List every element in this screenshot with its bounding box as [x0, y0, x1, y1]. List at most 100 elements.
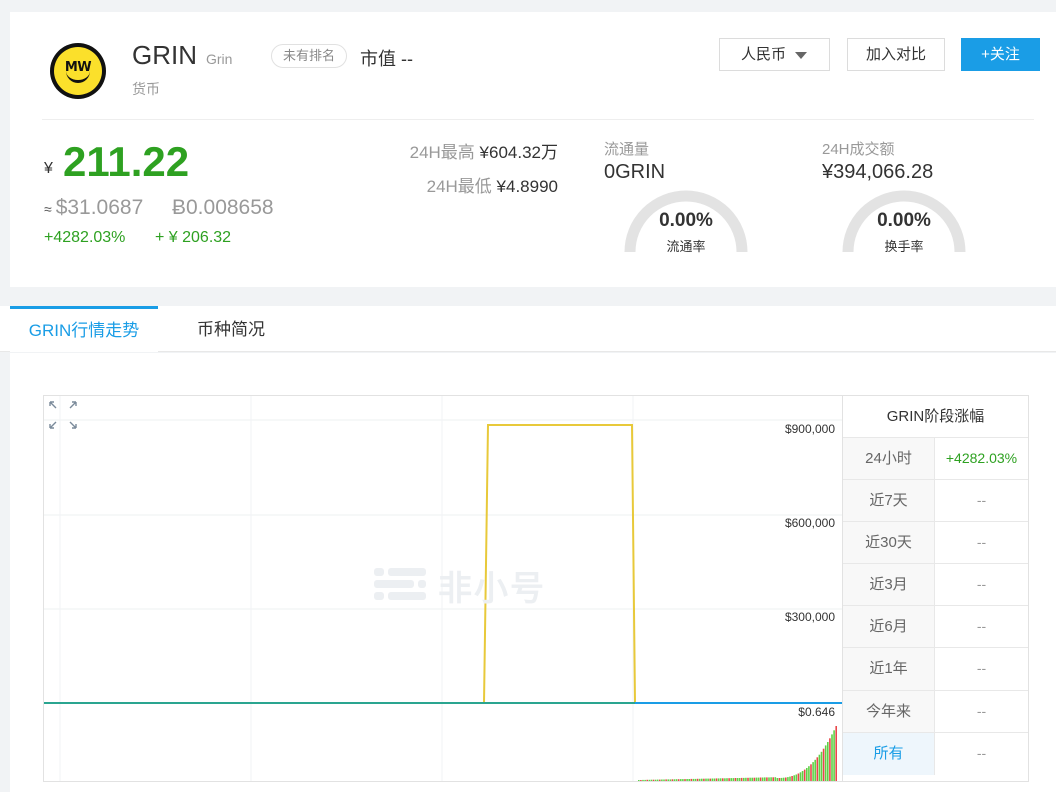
volume-bar	[787, 777, 789, 781]
currency-select[interactable]: 人民币	[719, 38, 830, 71]
y-tick-label: $0.646	[798, 705, 835, 719]
rank-badge: 未有排名	[271, 44, 348, 68]
volume-bar	[696, 778, 699, 781]
volume-bar	[642, 779, 644, 781]
volume-bar	[736, 778, 739, 781]
period-value: --	[976, 702, 987, 719]
volume-bar	[730, 778, 732, 781]
volume-bar	[713, 778, 716, 781]
volume-bar	[705, 778, 707, 781]
volume-bar	[728, 778, 730, 781]
period-value: --	[976, 660, 987, 677]
volume-bar	[799, 772, 802, 781]
volume-bar	[812, 762, 814, 781]
volume-bar	[650, 779, 653, 781]
period-row[interactable]: 24小时 +4282.03%	[843, 438, 1028, 481]
period-label: 今年来	[843, 690, 935, 732]
volume-bar	[808, 766, 810, 781]
tab-coin-overview[interactable]: 币种简况	[176, 306, 286, 352]
usd-price: ≈ $31.0687	[44, 196, 143, 220]
low-label: 24H最低	[426, 177, 492, 196]
tab-market-trend[interactable]: GRIN行情走势	[10, 306, 158, 352]
volume-bar	[711, 778, 714, 781]
period-label: 24小时	[843, 438, 935, 480]
volume-bar	[677, 779, 680, 781]
period-label: 所有	[843, 732, 935, 775]
volume-bar	[684, 779, 686, 781]
volume-bar	[749, 777, 751, 781]
volume-bar	[831, 734, 833, 781]
period-value: --	[976, 618, 987, 635]
period-row[interactable]: 近3月 --	[843, 564, 1028, 607]
circulation-rate: 0.00%	[659, 210, 713, 231]
volume-bar	[724, 778, 726, 781]
volume-bar	[698, 778, 701, 781]
volume-bar	[759, 777, 762, 781]
watermark-logo-icon	[374, 568, 426, 600]
volume-bar	[717, 778, 720, 781]
circulation-gauge: 0.00% 流通率	[622, 188, 750, 254]
volume-bar	[764, 777, 766, 781]
volume-bar	[778, 778, 781, 781]
price-chart[interactable]: 非小号 $900,000 $600,000 $300,000 $0.646	[43, 395, 843, 782]
period-row[interactable]: 近6月 --	[843, 606, 1028, 649]
volume-bar	[803, 769, 806, 781]
period-row[interactable]: 近30天 --	[843, 522, 1028, 565]
low-24h: 24H最低 ¥4.8990	[427, 172, 558, 197]
volume-bar	[782, 777, 785, 781]
follow-button[interactable]: +关注	[961, 38, 1040, 71]
volume-bar	[757, 777, 760, 781]
add-compare-button[interactable]: 加入对比	[847, 38, 945, 71]
period-row[interactable]: 所有 --	[843, 732, 1028, 775]
volume-value: ¥394,066.28	[822, 161, 934, 183]
coin-type: 货币	[132, 81, 160, 97]
volume-bar	[814, 759, 816, 781]
period-row[interactable]: 今年来 --	[843, 690, 1028, 733]
volume-bar	[648, 779, 651, 781]
period-change-table: GRIN阶段涨幅 24小时 +4282.03% 近7天 -- 近30天 -- 近…	[843, 395, 1029, 782]
volume-bar	[772, 777, 774, 781]
volume-bar	[669, 779, 672, 781]
volume-bar	[682, 779, 684, 781]
volume-bar	[785, 777, 787, 781]
period-value: --	[976, 492, 987, 509]
volume-bar	[715, 778, 718, 781]
volume-bar	[644, 779, 646, 781]
period-value: +4282.03%	[945, 450, 1018, 466]
volume-bar	[694, 778, 697, 781]
volume-bar	[707, 778, 709, 781]
volume-bar	[801, 771, 804, 781]
watermark-text: 非小号	[438, 570, 546, 608]
volume-bar	[663, 779, 665, 781]
turnover-rate-label: 换手率	[884, 239, 924, 254]
circulation-value: 0GRIN	[604, 161, 666, 183]
btc-price: Ƀ0.008658	[172, 196, 274, 219]
volume-bar	[789, 776, 791, 781]
y-tick-label: $900,000	[784, 422, 835, 436]
volume-bar	[667, 779, 669, 781]
approx-sign: ≈	[44, 201, 52, 217]
volume-bar	[816, 757, 819, 781]
volume-bar	[766, 777, 768, 781]
volume-bar	[646, 779, 648, 781]
volume-bar	[652, 779, 655, 781]
volume-bar	[810, 764, 812, 781]
volume-bar	[768, 777, 770, 781]
coin-name: GRIN	[132, 40, 197, 70]
expand-icon[interactable]	[48, 400, 78, 430]
volume-bar	[732, 778, 735, 781]
yen-symbol: ¥	[44, 160, 53, 177]
period-row[interactable]: 近1年 --	[843, 648, 1028, 691]
volume-bar	[661, 779, 663, 781]
volume-bar	[692, 778, 695, 781]
change-percent: +4282.03%	[44, 229, 126, 246]
volume-bar	[709, 778, 711, 781]
high-label: 24H最高	[409, 143, 475, 162]
volume-bar	[761, 777, 764, 781]
volume-bar	[686, 779, 688, 781]
market-cap: 市值 --	[360, 49, 413, 69]
period-row[interactable]: 近7天 --	[843, 480, 1028, 523]
volume-bar	[829, 738, 831, 781]
volume-bar	[703, 778, 705, 781]
currency-label: 人民币	[740, 46, 786, 63]
